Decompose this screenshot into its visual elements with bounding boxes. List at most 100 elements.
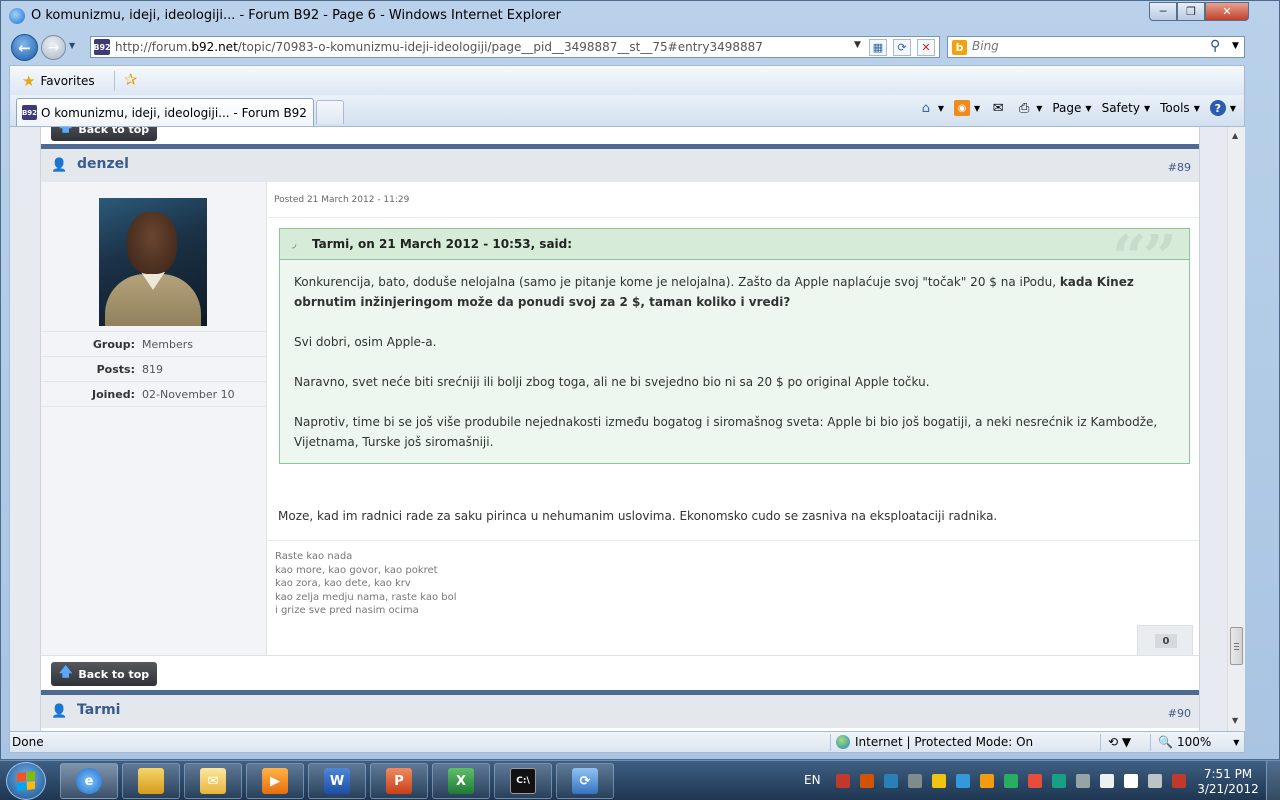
user-icon: 👤 [51, 704, 68, 719]
author-joined-row: Joined: 02-November 10 [41, 381, 267, 406]
ie-icon: e [76, 768, 102, 794]
scroll-up-icon[interactable]: ▲ [1232, 131, 1238, 140]
globe-icon [836, 735, 850, 749]
scroll-thumb[interactable] [1230, 627, 1243, 665]
help-menu[interactable]: ? ▼ [1209, 100, 1236, 116]
compatibility-view-icon[interactable]: ▦ [869, 39, 887, 56]
excel-icon: X [448, 768, 474, 794]
site-favicon-icon: B92 [93, 39, 111, 55]
stop-icon[interactable]: ✕ [917, 39, 935, 56]
taskbar-excel[interactable]: X [432, 763, 490, 799]
back-to-top-button[interactable]: 🡅 Back to top [51, 127, 158, 141]
taskbar-word[interactable]: W [308, 763, 366, 799]
tray-app-icon[interactable] [884, 774, 898, 788]
print-button[interactable]: ⎙ ▼ [1016, 100, 1042, 116]
language-indicator[interactable]: EN [804, 773, 821, 787]
play-icon: ▶ [262, 768, 288, 794]
powerpoint-icon: P [386, 768, 412, 794]
taskbar-remote[interactable]: ⟳ [556, 763, 614, 799]
scroll-down-icon[interactable]: ▼ [1232, 716, 1238, 725]
recent-pages-dropdown-icon[interactable]: ▼ [69, 41, 75, 50]
back-button[interactable]: ← [11, 34, 38, 61]
post-author[interactable]: Tarmi [77, 702, 120, 718]
tray-app-icon[interactable] [1076, 774, 1090, 788]
tab-forum[interactable]: B92 O komunizmu, ideji, ideologiji... - … [16, 98, 314, 126]
post-number-link[interactable]: #89 [1168, 161, 1191, 174]
device-icon[interactable] [1124, 774, 1138, 788]
reputation-box: 0 [1137, 625, 1193, 655]
zoom-level[interactable]: 🔍 100% ▼ [1158, 735, 1239, 749]
page-menu[interactable]: Page ▼ [1052, 101, 1091, 115]
divider [114, 71, 115, 91]
safety-menu[interactable]: Safety ▼ [1102, 101, 1151, 115]
taskbar-powerpoint[interactable]: P [370, 763, 428, 799]
status-bar: Done Internet | Protected Mode: On ⟲ ▼ 🔍… [9, 731, 1245, 753]
post-text: Moze, kad im radnici rade za saku pirinc… [278, 509, 998, 523]
taskbar-cmd[interactable]: C:\ [494, 763, 552, 799]
tray-app-icon[interactable] [1004, 774, 1018, 788]
word-icon: W [324, 768, 350, 794]
search-input[interactable] [972, 39, 1202, 53]
protected-mode-icon[interactable]: ⟲ ▼ [1108, 735, 1131, 749]
taskbar-explorer[interactable] [122, 763, 180, 799]
new-tab-button[interactable] [316, 100, 344, 124]
vertical-scrollbar[interactable]: ▲ ▼ [1227, 127, 1245, 731]
bing-icon: b [952, 40, 967, 55]
tray-app-icon[interactable] [860, 774, 874, 788]
taskbar-media-player[interactable]: ▶ [246, 763, 304, 799]
avatar[interactable] [99, 198, 207, 326]
terminal-icon: C:\ [510, 768, 536, 794]
status-text: Done [12, 735, 44, 749]
network-icon[interactable] [1148, 774, 1162, 788]
tray-app-icon[interactable] [908, 774, 922, 788]
arrow-up-icon: 🡅 [59, 127, 73, 135]
quote-paragraph: Konkurencija, bato, doduše nelojalna (sa… [294, 275, 1134, 309]
divider [268, 540, 1199, 541]
ie-logo-icon [9, 8, 25, 24]
flag-icon[interactable] [1100, 774, 1114, 788]
forward-button[interactable]: → [41, 35, 66, 60]
quote-link-icon[interactable]: ◞ [292, 237, 296, 250]
search-options-dropdown-icon[interactable]: ▼ [1232, 41, 1239, 51]
refresh-icon[interactable]: ⟳ [893, 39, 911, 56]
post-number-link[interactable]: #90 [1168, 707, 1191, 720]
address-url[interactable]: http://forum.b92.net/topic/70983-o-komun… [115, 40, 763, 54]
tray-app-icon[interactable] [956, 774, 970, 788]
add-to-favorites-icon[interactable]: ✰ [124, 70, 137, 89]
title-bar[interactable]: O komunizmu, ideji, ideologiji... - Foru… [1, 1, 1279, 31]
taskbar-outlook[interactable]: ✉ [184, 763, 242, 799]
address-dropdown-icon[interactable]: ▼ [854, 40, 861, 50]
minimize-button[interactable]: ─ [1149, 2, 1177, 21]
read-mail-button[interactable]: ✉ [990, 100, 1006, 116]
show-desktop-button[interactable] [1266, 761, 1280, 800]
command-bar: ⌂ ▼ ◉ ▼ ✉ ⎙ ▼ Page ▼ Safety ▼ Tools ▼ ? ▼ [918, 100, 1236, 116]
start-button[interactable] [6, 762, 46, 800]
address-bar[interactable]: B92 http://forum.b92.net/topic/70983-o-k… [90, 36, 940, 58]
security-zone[interactable]: Internet | Protected Mode: On [836, 735, 1033, 749]
author-group-row: Group: Members [41, 331, 267, 356]
help-icon: ? [1209, 100, 1226, 116]
back-to-top-button[interactable]: 🡅 Back to top [51, 662, 158, 686]
clock[interactable]: 7:51 PM 3/21/2012 [1196, 767, 1260, 797]
windows-logo-icon [17, 771, 35, 791]
maximize-button[interactable]: ❐ [1177, 2, 1205, 21]
forum-content: 🡅 Back to top 👤 denzel #89 Group: Member… [40, 127, 1200, 731]
favorites-button[interactable]: ★ Favorites [22, 72, 95, 90]
window-title: O komunizmu, ideji, ideologiji... - Foru… [31, 8, 561, 23]
tools-menu[interactable]: Tools ▼ [1160, 101, 1200, 115]
feeds-button[interactable]: ◉ ▼ [954, 100, 980, 116]
tray-app-icon[interactable] [980, 774, 994, 788]
tray-app-icon[interactable] [836, 774, 850, 788]
home-button[interactable]: ⌂ ▼ [918, 100, 944, 116]
tray-app-icon[interactable] [1028, 774, 1042, 788]
post-author[interactable]: denzel [77, 156, 129, 172]
close-button[interactable]: ✕ [1205, 2, 1249, 21]
reputation-count[interactable]: 0 [1155, 634, 1177, 648]
tray-app-icon[interactable] [932, 774, 946, 788]
printer-icon: ⎙ [1019, 100, 1030, 116]
volume-icon[interactable] [1172, 774, 1186, 788]
search-icon[interactable]: ⚲ [1210, 38, 1220, 54]
taskbar-ie[interactable]: e [60, 763, 118, 799]
search-box[interactable]: b ⚲ ▼ [947, 36, 1245, 58]
tray-app-icon[interactable] [1052, 774, 1066, 788]
